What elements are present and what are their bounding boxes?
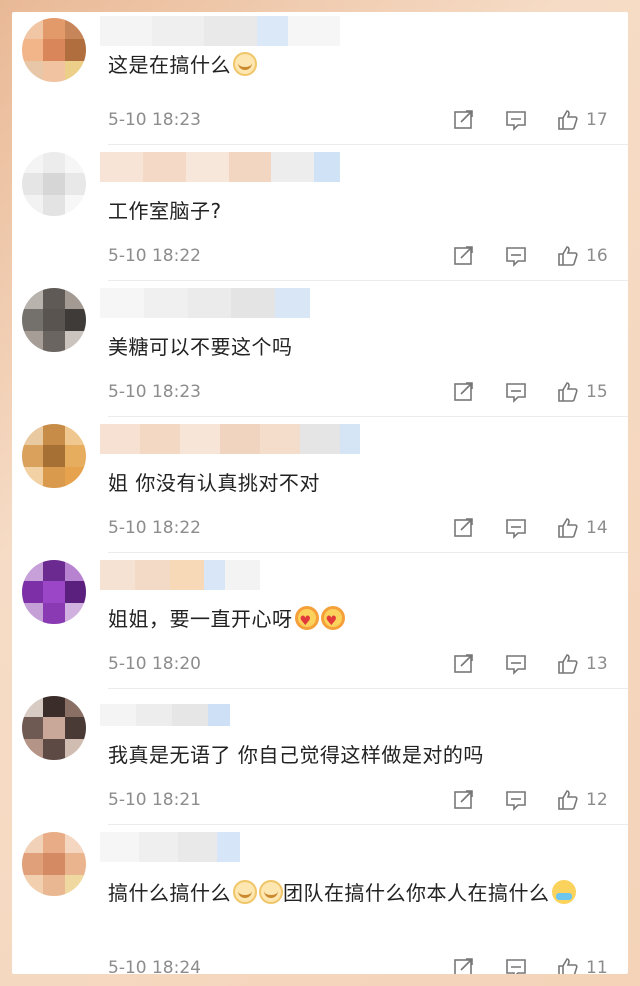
list-item: 美糖可以不要这个吗 5-10 18:23 15: [12, 282, 628, 417]
comment-time: 5-10 18:20: [108, 654, 201, 674]
divider: [108, 144, 628, 145]
share-icon[interactable]: [452, 108, 476, 132]
comment-text: 美糖可以不要这个吗: [108, 335, 293, 359]
list-item: 姐 你没有认真挑对不对 5-10 18:22 14: [12, 418, 628, 553]
share-icon[interactable]: [452, 652, 476, 676]
avatar[interactable]: [22, 424, 86, 488]
thumbs-up-icon[interactable]: [556, 380, 580, 404]
list-item: 我真是无语了 你自己觉得这样做是对的吗 5-10 18:21 12: [12, 690, 628, 825]
avatar[interactable]: [22, 560, 86, 624]
username-blurred[interactable]: [100, 560, 260, 590]
comment-meta: 5-10 18:22 16: [108, 244, 608, 268]
comment-actions: 11: [452, 956, 608, 974]
comment-text: 搞什么搞什么 团队在搞什么你本人在搞什么: [108, 878, 610, 908]
comment-icon[interactable]: [504, 788, 528, 812]
like-count: 17: [586, 110, 608, 130]
comment-text: 我真是无语了 你自己觉得这样做是对的吗: [108, 743, 484, 767]
comment-list: 这是在搞什么 5-10 18:23 17 工作室脑子? 5-10 18:22 1…: [12, 12, 628, 974]
comment-icon[interactable]: [504, 108, 528, 132]
username-blurred[interactable]: [100, 288, 310, 318]
comment-time: 5-10 18:23: [108, 110, 201, 130]
comment-actions: 16: [452, 244, 608, 268]
comment-actions: 17: [452, 108, 608, 132]
comment-meta: 5-10 18:23 17: [108, 108, 608, 132]
comment-icon[interactable]: [504, 652, 528, 676]
list-item: 姐姐，要一直开心呀 5-10 18:20 13: [12, 554, 628, 689]
thumbs-up-icon[interactable]: [556, 956, 580, 974]
divider: [108, 688, 628, 689]
comment-actions: 14: [452, 516, 608, 540]
share-icon[interactable]: [452, 380, 476, 404]
crying-emoji-icon: [551, 880, 576, 904]
comment-meta: 5-10 18:20 13: [108, 652, 608, 676]
comment-icon[interactable]: [504, 380, 528, 404]
divider: [108, 416, 628, 417]
avatar[interactable]: [22, 832, 86, 896]
share-icon[interactable]: [452, 244, 476, 268]
thumbs-up-icon[interactable]: [556, 788, 580, 812]
share-icon[interactable]: [452, 788, 476, 812]
heart-eyes-emoji-icon: [294, 606, 319, 637]
comment-text: 工作室脑子?: [108, 199, 222, 223]
comment-actions: 13: [452, 652, 608, 676]
comment-time: 5-10 18:23: [108, 382, 201, 402]
avatar[interactable]: [22, 696, 86, 760]
thumbs-up-icon[interactable]: [556, 652, 580, 676]
comment-time: 5-10 18:22: [108, 518, 201, 538]
comment-time: 5-10 18:21: [108, 790, 201, 810]
username-blurred[interactable]: [100, 424, 360, 454]
comment-meta: 5-10 18:23 15: [108, 380, 608, 404]
like-count: 12: [586, 790, 608, 810]
comment-icon[interactable]: [504, 956, 528, 974]
avatar[interactable]: [22, 152, 86, 216]
comment-actions: 15: [452, 380, 608, 404]
avatar[interactable]: [22, 288, 86, 352]
comment-icon[interactable]: [504, 244, 528, 268]
grin-emoji-icon: [233, 880, 257, 904]
divider: [108, 824, 628, 825]
username-blurred[interactable]: [100, 152, 341, 182]
comment-text: 姐 你没有认真挑对不对: [108, 471, 320, 495]
comment-icon[interactable]: [504, 516, 528, 540]
comment-text: 姐姐，要一直开心呀: [108, 604, 610, 637]
grin-emoji-icon: [259, 880, 283, 904]
comment-actions: 12: [452, 788, 608, 812]
share-icon[interactable]: [452, 956, 476, 974]
grin-emoji-icon: [233, 52, 257, 76]
avatar[interactable]: [22, 18, 86, 82]
share-icon[interactable]: [452, 516, 476, 540]
thumbs-up-icon[interactable]: [556, 516, 580, 540]
thumbs-up-icon[interactable]: [556, 244, 580, 268]
comment-time: 5-10 18:24: [108, 958, 201, 974]
comment-meta: 5-10 18:21 12: [108, 788, 608, 812]
like-count: 16: [586, 246, 608, 266]
comment-text: 这是在搞什么: [108, 50, 610, 80]
list-item: 搞什么搞什么 团队在搞什么你本人在搞什么 5-10 18:24 11: [12, 826, 628, 974]
like-count: 15: [586, 382, 608, 402]
like-count: 13: [586, 654, 608, 674]
username-blurred[interactable]: [100, 704, 230, 726]
heart-eyes-emoji-icon: [320, 606, 345, 637]
thumbs-up-icon[interactable]: [556, 108, 580, 132]
comment-time: 5-10 18:22: [108, 246, 201, 266]
like-count: 14: [586, 518, 608, 538]
list-item: 工作室脑子? 5-10 18:22 16: [12, 146, 628, 281]
list-item: 这是在搞什么 5-10 18:23 17: [12, 16, 628, 145]
username-blurred[interactable]: [100, 832, 240, 862]
username-blurred[interactable]: [100, 16, 340, 46]
like-count: 11: [586, 958, 608, 974]
divider: [108, 280, 628, 281]
divider: [108, 552, 628, 553]
comment-meta: 5-10 18:24 11: [108, 956, 608, 974]
comment-meta: 5-10 18:22 14: [108, 516, 608, 540]
